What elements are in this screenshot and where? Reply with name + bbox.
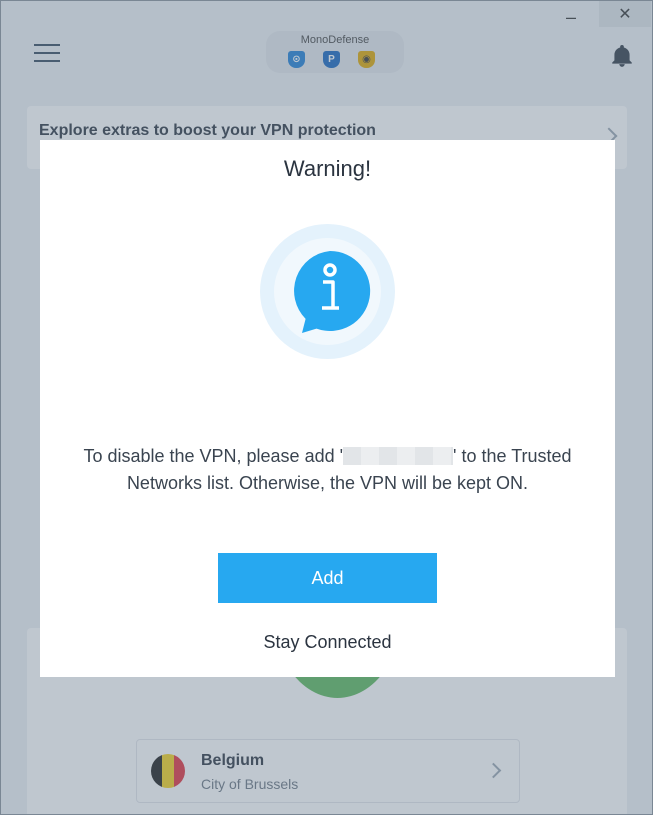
stay-connected-button[interactable]: Stay Connected (218, 617, 437, 667)
warning-dialog: Warning! To disable the VPN, please add … (40, 140, 615, 677)
app-window: – ✕ MonoDefense ⊙ P ◉ Explore extras to … (0, 0, 653, 815)
dialog-title: Warning! (283, 156, 372, 181)
message-part-1: To disable the VPN, please add ' (83, 446, 344, 466)
add-button[interactable]: Add (218, 553, 437, 603)
dialog-message: To disable the VPN, please add ' ' to the… (60, 443, 595, 497)
info-icon (294, 250, 371, 333)
redacted-network-name (343, 447, 454, 465)
